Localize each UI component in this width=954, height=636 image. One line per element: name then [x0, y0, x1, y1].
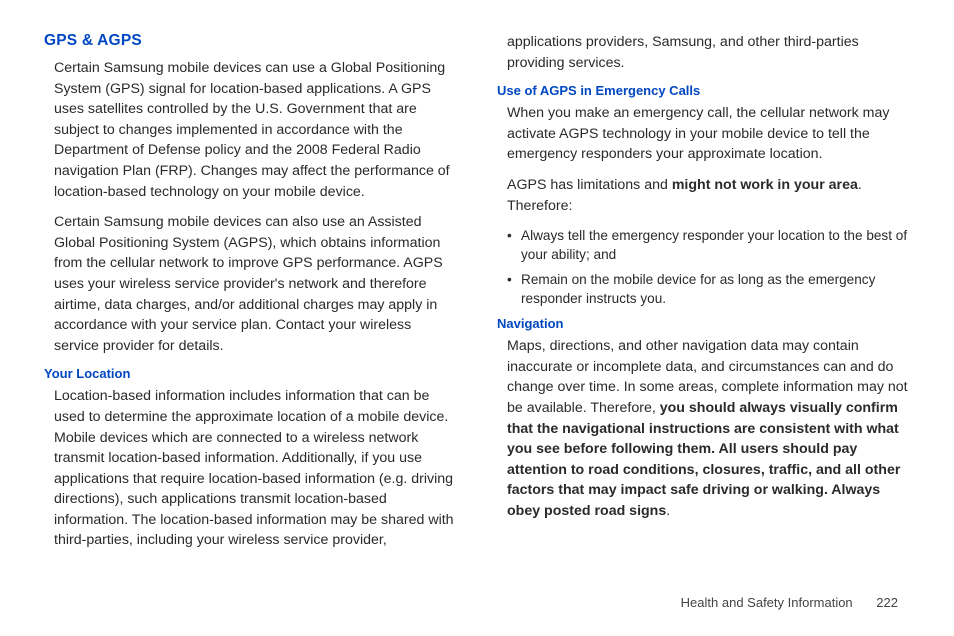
bold-text: you should always visually confirm that … — [507, 400, 900, 519]
list-item: Always tell the emergency responder your… — [507, 226, 910, 264]
subheading-your-location: Your Location — [44, 366, 457, 381]
paragraph: When you make an emergency call, the cel… — [507, 103, 910, 165]
right-column: applications providers, Samsung, and oth… — [497, 32, 910, 572]
paragraph: Maps, directions, and other navigation d… — [507, 336, 910, 521]
heading-gps-agps: GPS & AGPS — [44, 32, 457, 50]
paragraph: AGPS has limitations and might not work … — [507, 175, 910, 216]
bullet-list: Always tell the emergency responder your… — [507, 226, 910, 308]
subheading-navigation: Navigation — [497, 316, 910, 331]
text: . — [666, 503, 670, 519]
list-item: Remain on the mobile device for as long … — [507, 270, 910, 308]
two-column-layout: GPS & AGPS Certain Samsung mobile device… — [44, 32, 910, 572]
bold-text: might not work in your area — [672, 177, 858, 193]
page-number: 222 — [876, 595, 898, 610]
subheading-agps-emergency: Use of AGPS in Emergency Calls — [497, 83, 910, 98]
paragraph: Certain Samsung mobile devices can use a… — [54, 58, 457, 202]
paragraph: Certain Samsung mobile devices can also … — [54, 212, 457, 356]
left-column: GPS & AGPS Certain Samsung mobile device… — [44, 32, 457, 572]
paragraph: Location-based information includes info… — [54, 386, 457, 551]
text: AGPS has limitations and — [507, 177, 672, 193]
page-footer: Health and Safety Information 222 — [681, 595, 898, 610]
paragraph: applications providers, Samsung, and oth… — [507, 32, 910, 73]
footer-section-title: Health and Safety Information — [681, 595, 853, 610]
